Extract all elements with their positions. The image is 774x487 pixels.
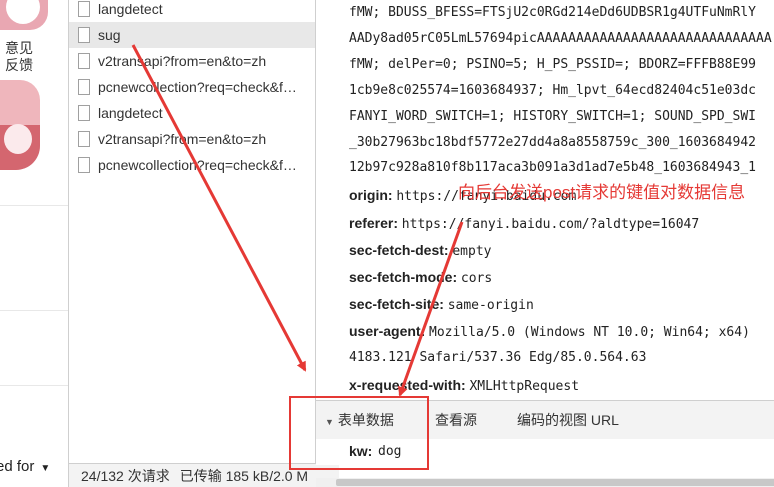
annotation-arrow — [397, 221, 464, 397]
annotation-arrows — [131, 44, 464, 397]
annotation-arrow — [131, 44, 307, 372]
